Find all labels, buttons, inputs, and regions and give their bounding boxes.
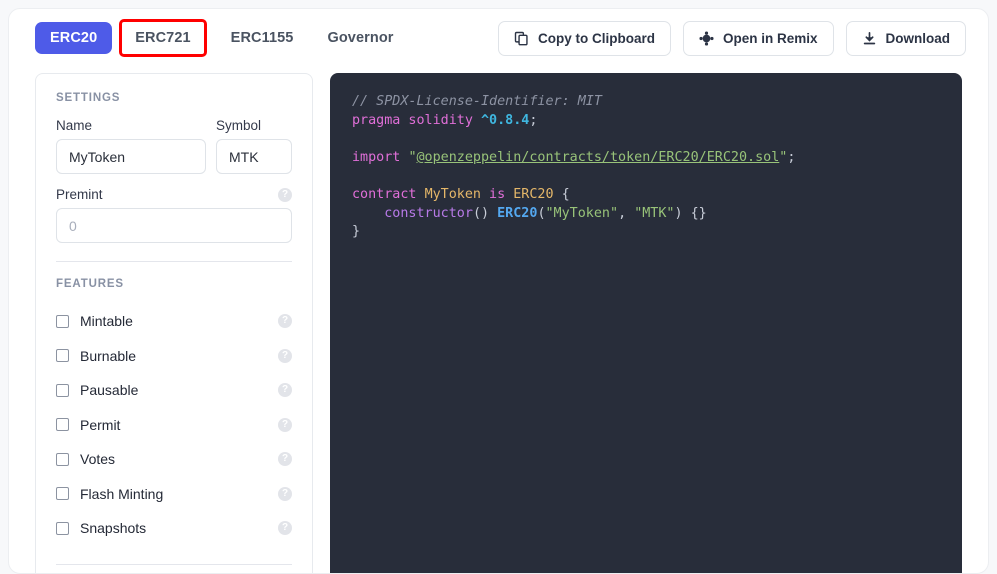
premint-field-group: Premint ?: [56, 187, 292, 243]
name-input[interactable]: [56, 139, 206, 174]
app-card: ERC20 ERC721 ERC1155 Governor Copy to Cl…: [8, 8, 989, 574]
download-label: Download: [885, 30, 951, 46]
base-contract-name: ERC20: [513, 186, 554, 202]
import-quote-open: ": [408, 149, 417, 165]
constructor-keyword: constructor: [384, 205, 473, 221]
permit-checkbox[interactable]: [56, 418, 69, 432]
tab-erc20[interactable]: ERC20: [35, 22, 113, 54]
mintable-label: Mintable: [80, 313, 133, 330]
import-semicolon: ;: [787, 149, 796, 165]
pausable-label: Pausable: [80, 382, 139, 399]
feature-votes[interactable]: Votes ?: [56, 442, 292, 477]
votes-help-icon[interactable]: ?: [278, 452, 292, 467]
contract-type-tabs: ERC20 ERC721 ERC1155 Governor: [35, 19, 409, 57]
snapshots-checkbox[interactable]: [56, 521, 69, 535]
feature-burnable[interactable]: Burnable ?: [56, 339, 292, 374]
name-symbol-row: Name Symbol: [56, 118, 292, 174]
votes-checkbox[interactable]: [56, 452, 69, 466]
mintable-checkbox[interactable]: [56, 314, 69, 328]
pragma-keyword: pragma solidity: [352, 112, 481, 128]
base-constructor-call: ERC20: [497, 205, 538, 221]
burnable-help-icon[interactable]: ?: [278, 348, 292, 363]
burnable-label: Burnable: [80, 347, 137, 364]
download-button[interactable]: Download: [845, 20, 966, 56]
settings-heading: SETTINGS: [56, 92, 121, 104]
features-heading: FEATURES: [56, 278, 124, 290]
tab-erc721[interactable]: ERC721: [122, 22, 203, 54]
solidity-source: // SPDX-License-Identifier: MIT pragma s…: [352, 93, 940, 242]
tab-erc1155[interactable]: ERC1155: [216, 22, 309, 54]
settings-features-divider: [56, 261, 292, 262]
open-in-remix-button[interactable]: Open in Remix: [682, 20, 834, 56]
download-icon: [862, 31, 877, 46]
snapshots-label: Snapshots: [80, 520, 147, 537]
symbol-field-group: Symbol: [216, 118, 292, 174]
pausable-help-icon[interactable]: ?: [278, 383, 292, 398]
mintable-help-icon[interactable]: ?: [278, 314, 292, 329]
remix-icon: [699, 30, 714, 46]
contract-keyword: contract: [352, 186, 425, 202]
pragma-semicolon: ;: [529, 112, 538, 128]
action-toolbar: Copy to Clipboard Open in Remix Download: [497, 20, 966, 56]
license-comment: // SPDX-License-Identifier: MIT: [352, 94, 602, 109]
erc721-annotation-box: ERC721: [119, 19, 207, 57]
feature-pausable[interactable]: Pausable ?: [56, 373, 292, 408]
constructor-body: ) {}: [674, 205, 707, 221]
call-paren-open: (: [537, 205, 546, 221]
feature-snapshots[interactable]: Snapshots ?: [56, 511, 292, 546]
flash-minting-help-icon[interactable]: ?: [278, 486, 292, 501]
permit-help-icon[interactable]: ?: [278, 417, 292, 432]
import-path[interactable]: @openzeppelin/contracts/token/ERC20/ERC2…: [417, 150, 780, 165]
top-bar: ERC20 ERC721 ERC1155 Governor Copy to Cl…: [9, 9, 988, 67]
premint-help-icon[interactable]: ?: [278, 187, 292, 202]
permit-label: Permit: [80, 416, 121, 433]
tab-governor[interactable]: Governor: [312, 22, 408, 54]
votes-label: Votes: [80, 451, 116, 468]
constructor-arg-symbol: "MTK": [634, 205, 675, 221]
features-bottom-divider: [56, 563, 292, 565]
copy-to-clipboard-label: Copy to Clipboard: [537, 30, 655, 46]
constructor-arg-name: "MyToken": [545, 205, 619, 221]
name-label: Name: [56, 118, 93, 133]
flash-minting-label: Flash Minting: [80, 485, 164, 502]
symbol-input[interactable]: [216, 139, 292, 174]
symbol-label: Symbol: [216, 118, 262, 133]
snapshots-help-icon[interactable]: ?: [278, 521, 292, 536]
contract-open-brace: {: [553, 186, 570, 202]
settings-sidebar: SETTINGS Name Symbol Premint ?: [35, 73, 313, 573]
pragma-version: ^0.8.4: [481, 112, 530, 128]
name-field-group: Name: [56, 118, 206, 174]
contract-close-brace: }: [352, 224, 361, 240]
pausable-checkbox[interactable]: [56, 383, 69, 397]
feature-mintable[interactable]: Mintable ?: [56, 304, 292, 339]
copy-icon: [514, 31, 529, 46]
main-area: SETTINGS Name Symbol Premint ?: [9, 67, 988, 573]
constructor-params: (): [472, 205, 498, 221]
flash-minting-checkbox[interactable]: [56, 487, 69, 501]
code-editor-panel[interactable]: // SPDX-License-Identifier: MIT pragma s…: [330, 73, 962, 573]
copy-to-clipboard-button[interactable]: Copy to Clipboard: [497, 20, 671, 56]
premint-label: Premint: [56, 187, 103, 202]
arg-comma: ,: [618, 205, 635, 221]
is-keyword: is: [481, 186, 514, 202]
premint-input[interactable]: [56, 208, 292, 243]
feature-flash-minting[interactable]: Flash Minting ?: [56, 477, 292, 512]
burnable-checkbox[interactable]: [56, 349, 69, 363]
contract-name: MyToken: [424, 186, 481, 202]
import-keyword: import: [352, 149, 409, 165]
open-in-remix-label: Open in Remix: [722, 30, 818, 46]
premint-label-row: Premint ?: [56, 187, 292, 202]
feature-permit[interactable]: Permit ?: [56, 408, 292, 443]
